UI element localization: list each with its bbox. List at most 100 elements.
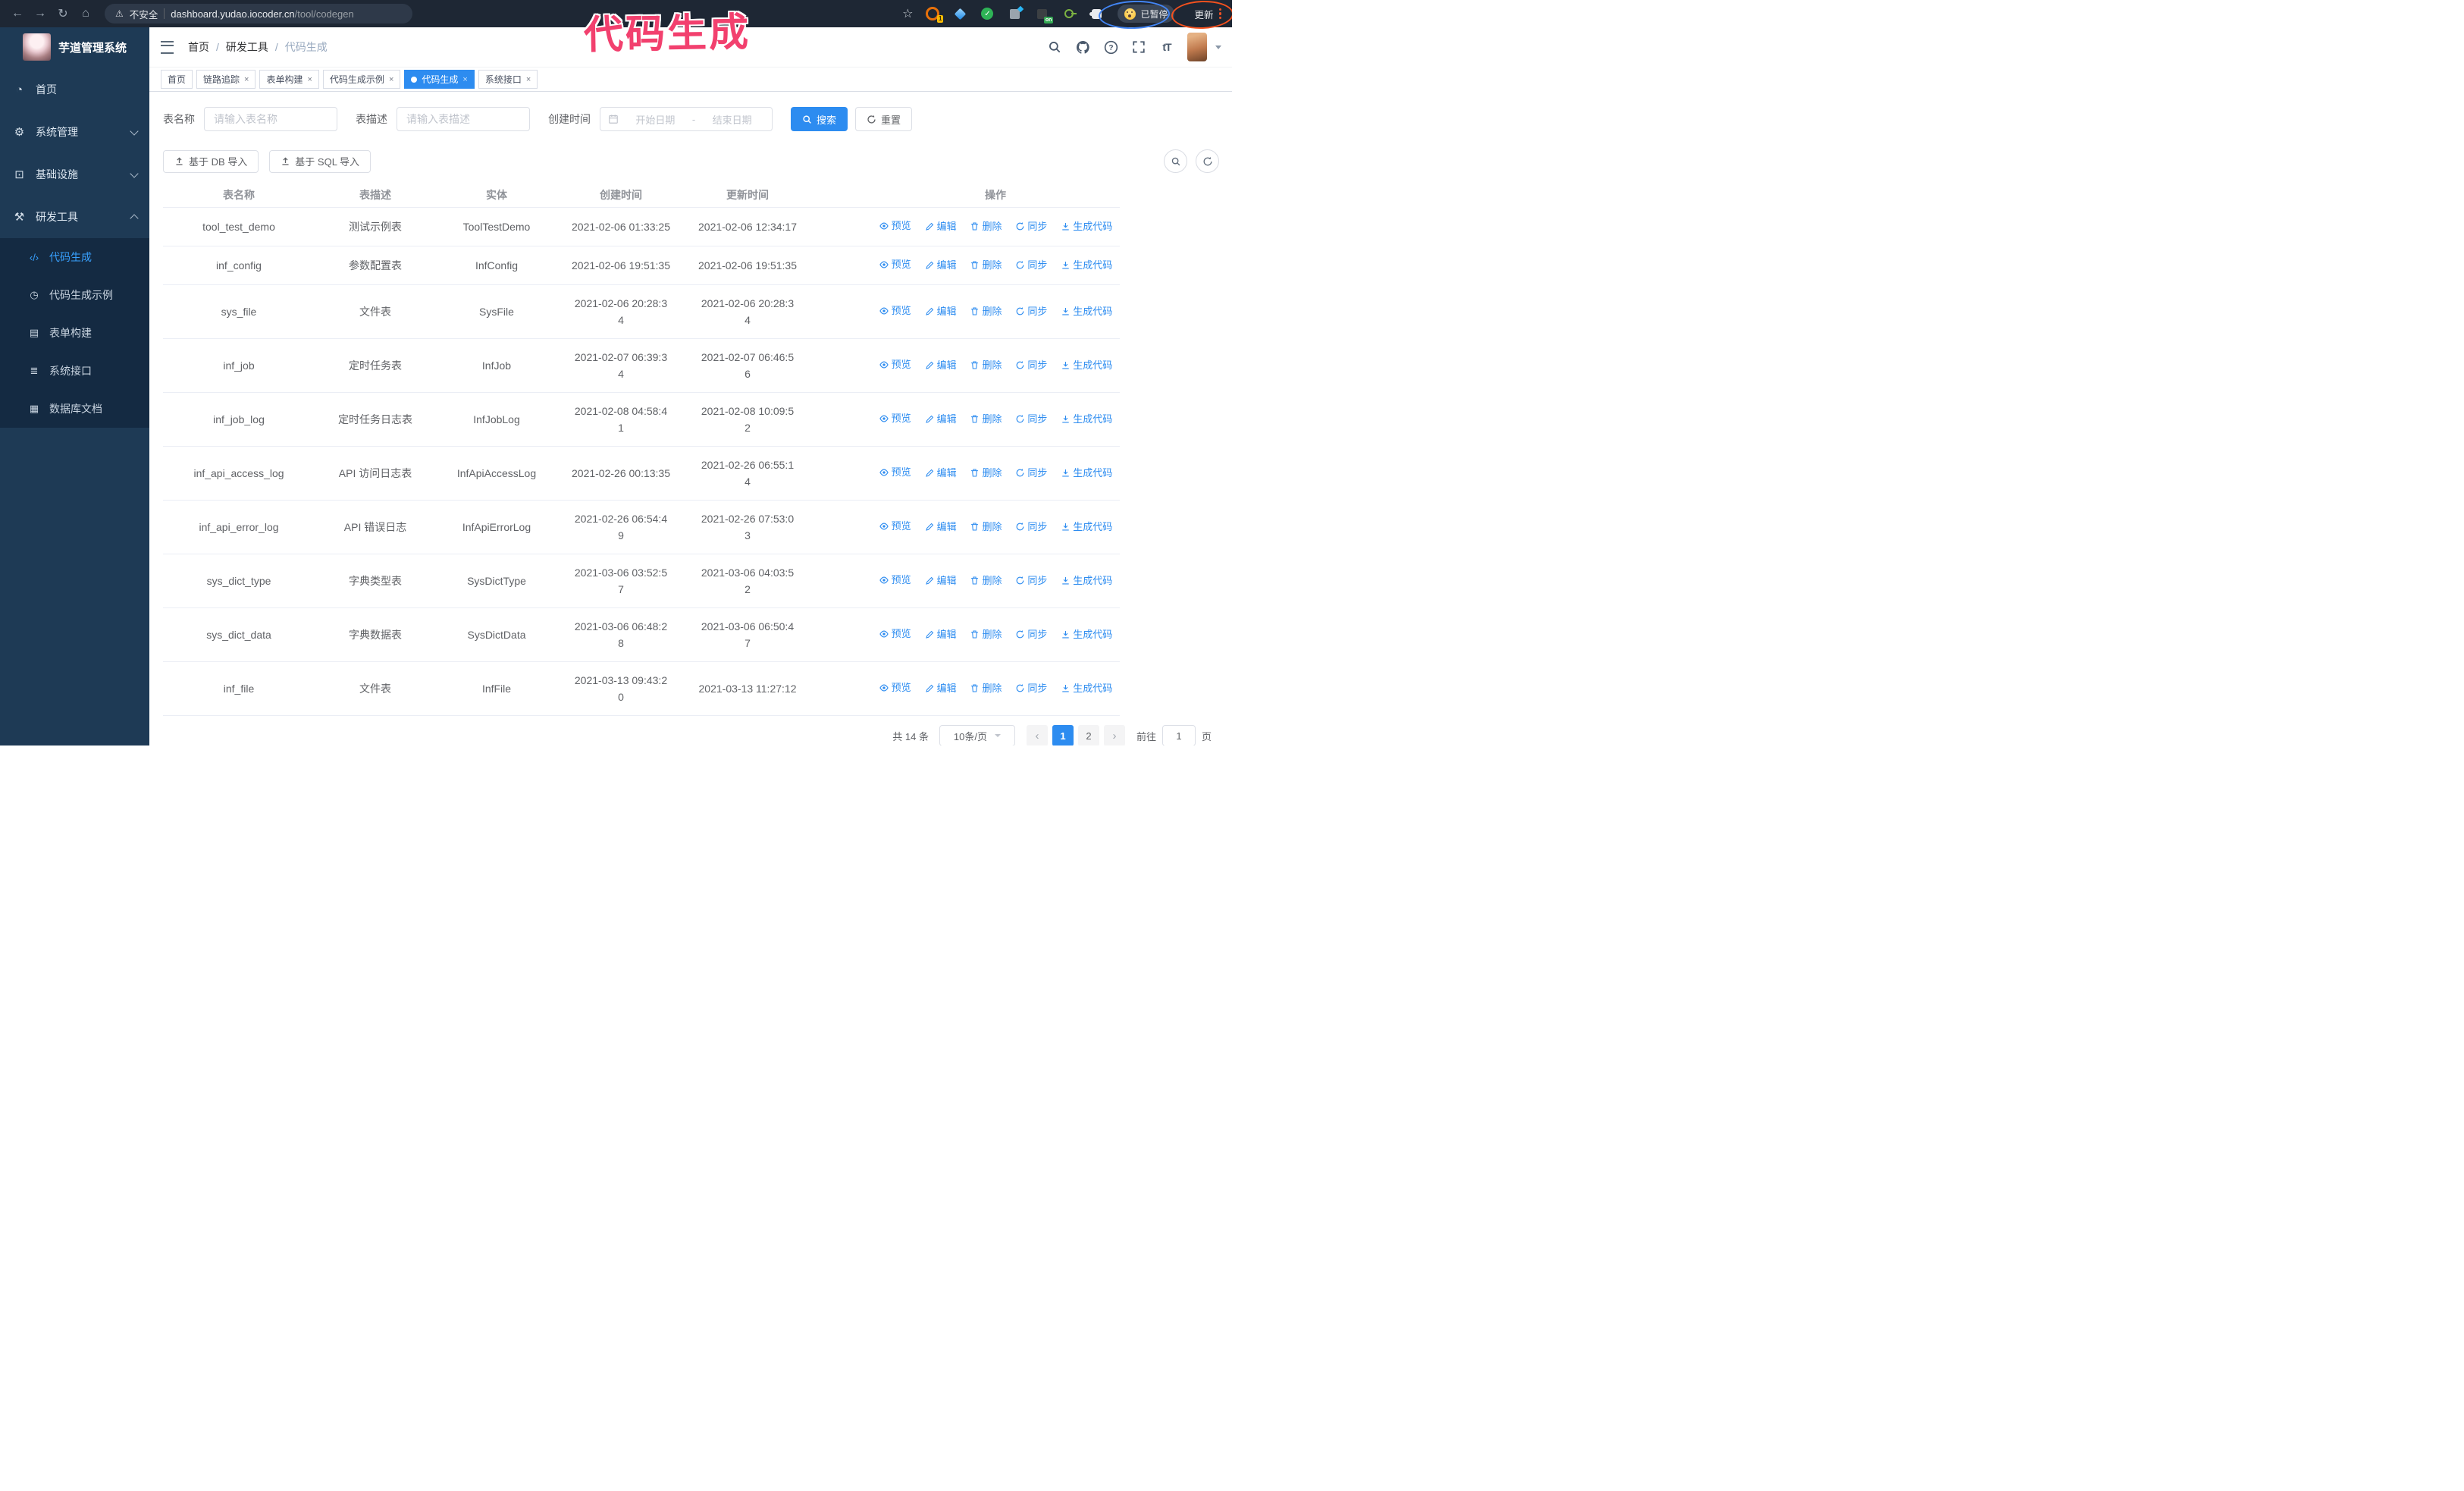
sidebar-subitem[interactable]: ▦ 数据库文档 <box>0 390 149 428</box>
delete-link[interactable]: 删除 <box>970 257 1002 274</box>
tab[interactable]: 首页 <box>161 70 193 89</box>
extension-on-icon[interactable]: on <box>1035 7 1054 24</box>
font-size-icon[interactable]: tT <box>1159 39 1174 55</box>
sync-link[interactable]: 同步 <box>1015 626 1047 643</box>
generate-code-link[interactable]: 生成代码 <box>1061 218 1112 235</box>
preview-link[interactable]: 预览 <box>879 572 911 589</box>
sidebar-item-infrastructure[interactable]: ⊡ 基础设施 <box>0 153 149 196</box>
tab[interactable]: 表单构建 × <box>259 70 319 89</box>
preview-link[interactable]: 预览 <box>879 356 911 373</box>
sync-link[interactable]: 同步 <box>1015 680 1047 697</box>
tab-close-icon[interactable]: × <box>244 75 249 84</box>
db-import-button[interactable]: 基于 DB 导入 <box>163 149 259 173</box>
back-icon[interactable]: ← <box>8 4 27 24</box>
sidebar-subitem[interactable]: ◷ 代码生成示例 <box>0 276 149 314</box>
delete-link[interactable]: 删除 <box>970 465 1002 482</box>
generate-code-link[interactable]: 生成代码 <box>1061 680 1112 697</box>
help-icon[interactable]: ? <box>1103 39 1118 55</box>
toggle-search-button[interactable] <box>1164 149 1187 173</box>
sidebar-subitem[interactable]: ‹/› 代码生成 <box>0 238 149 276</box>
table-desc-input[interactable] <box>397 107 530 131</box>
edit-link[interactable]: 编辑 <box>925 411 957 428</box>
generate-code-link[interactable]: 生成代码 <box>1061 257 1112 274</box>
extension-orange-icon[interactable]: 1 <box>926 7 944 23</box>
forward-icon[interactable]: → <box>30 4 50 24</box>
sidebar-item-toolbox[interactable]: ⚒ 研发工具 <box>0 196 149 238</box>
delete-link[interactable]: 删除 <box>970 303 1002 320</box>
preview-link[interactable]: 预览 <box>879 626 911 642</box>
edit-link[interactable]: 编辑 <box>925 303 957 320</box>
preview-link[interactable]: 预览 <box>879 218 911 234</box>
next-page-button[interactable]: › <box>1103 725 1125 746</box>
sync-link[interactable]: 同步 <box>1015 218 1047 235</box>
paused-profile-chip[interactable]: 已暂停 <box>1118 5 1175 23</box>
preview-link[interactable]: 预览 <box>879 464 911 481</box>
tab-close-icon[interactable]: × <box>526 75 531 84</box>
app-logo-row[interactable]: 芋道管理系统 <box>0 27 149 67</box>
preview-link[interactable]: 预览 <box>879 518 911 535</box>
edit-link[interactable]: 编辑 <box>925 357 957 374</box>
sync-link[interactable]: 同步 <box>1015 519 1047 535</box>
extension-gem-icon[interactable] <box>953 7 967 20</box>
sidebar-item-gear[interactable]: ⚙ 系统管理 <box>0 111 149 153</box>
delete-link[interactable]: 删除 <box>970 573 1002 589</box>
extension-grey-icon[interactable] <box>1008 7 1021 20</box>
page-button-1[interactable]: 1 <box>1052 725 1074 746</box>
generate-code-link[interactable]: 生成代码 <box>1061 573 1112 589</box>
edit-link[interactable]: 编辑 <box>925 218 957 235</box>
sidebar-item-dashboard[interactable]: ◔ 首页 <box>0 68 149 111</box>
home-icon[interactable]: ⌂ <box>76 4 96 24</box>
sync-link[interactable]: 同步 <box>1015 303 1047 320</box>
preview-link[interactable]: 预览 <box>879 410 911 427</box>
sync-link[interactable]: 同步 <box>1015 257 1047 274</box>
generate-code-link[interactable]: 生成代码 <box>1061 465 1112 482</box>
breadcrumb-item[interactable]: 首页 <box>188 39 209 55</box>
tab[interactable]: 代码生成示例 × <box>322 70 401 89</box>
table-name-input[interactable] <box>204 107 337 131</box>
page-button-2[interactable]: 2 <box>1077 725 1099 746</box>
extension-key-icon[interactable] <box>1062 7 1077 20</box>
sync-link[interactable]: 同步 <box>1015 411 1047 428</box>
delete-link[interactable]: 删除 <box>970 357 1002 374</box>
preview-link[interactable]: 预览 <box>879 303 911 319</box>
edit-link[interactable]: 编辑 <box>925 626 957 643</box>
delete-link[interactable]: 删除 <box>970 411 1002 428</box>
generate-code-link[interactable]: 生成代码 <box>1061 519 1112 535</box>
goto-page-input[interactable] <box>1161 725 1196 746</box>
delete-link[interactable]: 删除 <box>970 680 1002 697</box>
reload-icon[interactable]: ↻ <box>53 4 73 24</box>
breadcrumb-item[interactable]: 研发工具 <box>226 39 268 55</box>
delete-link[interactable]: 删除 <box>970 626 1002 643</box>
fullscreen-icon[interactable] <box>1131 39 1146 55</box>
extensions-puzzle-icon[interactable] <box>1089 7 1103 20</box>
generate-code-link[interactable]: 生成代码 <box>1061 626 1112 643</box>
reset-button[interactable]: 重置 <box>855 107 913 131</box>
avatar[interactable] <box>1187 33 1207 61</box>
delete-link[interactable]: 删除 <box>970 218 1002 235</box>
prev-page-button[interactable]: ‹ <box>1026 725 1048 746</box>
tab-close-icon[interactable]: × <box>389 75 393 84</box>
preview-link[interactable]: 预览 <box>879 256 911 273</box>
sidebar-subitem[interactable]: ▤ 表单构建 <box>0 314 149 352</box>
edit-link[interactable]: 编辑 <box>925 519 957 535</box>
edit-link[interactable]: 编辑 <box>925 257 957 274</box>
user-menu-caret-icon[interactable] <box>1215 45 1221 49</box>
edit-link[interactable]: 编辑 <box>925 680 957 697</box>
collapse-menu-icon[interactable] <box>161 40 174 54</box>
refresh-table-button[interactable] <box>1196 149 1219 173</box>
tab-close-icon[interactable]: × <box>307 75 312 84</box>
browser-menu-icon[interactable] <box>1218 8 1221 20</box>
tab-close-icon[interactable]: × <box>462 75 467 84</box>
search-icon[interactable] <box>1047 39 1062 55</box>
generate-code-link[interactable]: 生成代码 <box>1061 303 1112 320</box>
browser-update-chip[interactable]: 更新 <box>1194 7 1221 21</box>
generate-code-link[interactable]: 生成代码 <box>1061 411 1112 428</box>
address-bar[interactable]: ⚠ 不安全 dashboard.yudao.iocoder.cn/tool/co… <box>105 4 412 24</box>
tab[interactable]: 系统接口 × <box>478 70 538 89</box>
tab[interactable]: 链路追踪 × <box>196 70 256 89</box>
date-range-input[interactable]: 开始日期 - 结束日期 <box>600 107 773 131</box>
sidebar-subitem[interactable]: ≣ 系统接口 <box>0 352 149 390</box>
edit-link[interactable]: 编辑 <box>925 573 957 589</box>
sync-link[interactable]: 同步 <box>1015 573 1047 589</box>
search-button[interactable]: 搜索 <box>791 107 848 131</box>
